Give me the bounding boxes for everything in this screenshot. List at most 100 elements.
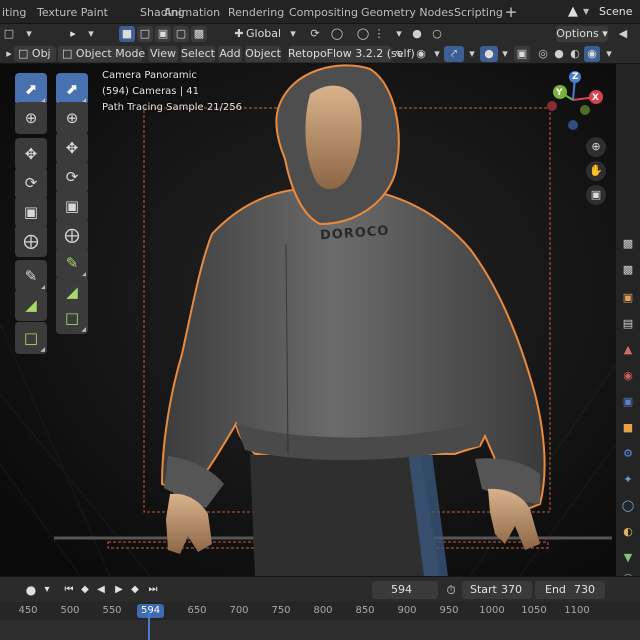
mode-invert-button[interactable]: ▢	[173, 26, 189, 42]
annotate-line-tool[interactable]: ✎ ◢	[56, 247, 88, 279]
world-properties-icon[interactable]: ◉	[620, 368, 636, 384]
playhead[interactable]	[148, 612, 150, 640]
cursor-tool[interactable]: ⊕	[15, 102, 47, 134]
eye-icon[interactable]: ◉	[414, 47, 428, 61]
tool-properties-icon[interactable]: ▩	[620, 236, 636, 252]
scale-tool-2[interactable]: ▣	[56, 190, 88, 222]
chevron-down-icon[interactable]: ▾	[40, 582, 54, 598]
chevron-left-icon[interactable]: ◀	[616, 27, 630, 41]
proportional-falloff-icon[interactable]: ○	[430, 27, 444, 41]
camera-view-icon[interactable]: ▣	[586, 185, 606, 205]
ruler-tick: 950	[439, 605, 459, 616]
object-mode-dropdown[interactable]: □ Object Mode	[58, 46, 145, 62]
tab-rendering[interactable]: Rendering	[222, 4, 290, 22]
ruler-tick: 1050	[521, 605, 547, 616]
select-mode-icon[interactable]: ▸	[66, 27, 80, 41]
scale-tool[interactable]: ▣	[15, 196, 47, 228]
select-box-tool-2[interactable]: ⬈ ◢	[56, 73, 88, 105]
overlays-toggle-button[interactable]: ●	[480, 46, 498, 62]
output-properties-icon[interactable]: ▣	[620, 290, 636, 306]
snap-icon[interactable]: ◯	[356, 27, 370, 41]
shading-rendered-button[interactable]: ◉	[584, 46, 600, 62]
transform-orientation-dropdown[interactable]: Global	[246, 26, 286, 42]
object-selector[interactable]: □ Obj	[14, 46, 56, 62]
select-box-tool[interactable]: ⬈ ◢	[15, 73, 47, 105]
particles-properties-icon[interactable]: ✦	[620, 472, 636, 488]
next-keyframe-icon[interactable]: ◆	[128, 582, 142, 598]
menu-object[interactable]: Object	[245, 46, 281, 62]
constraints-properties-icon[interactable]: ◐	[620, 524, 636, 540]
collection-properties-icon[interactable]: ▣	[620, 394, 636, 410]
mode-intersect-button[interactable]: ▩	[191, 26, 207, 42]
add-cube-tool[interactable]: □ ◢	[15, 322, 47, 354]
end-frame-field[interactable]: End 730	[535, 581, 605, 599]
timeline-track-area[interactable]	[0, 620, 640, 640]
3d-viewport[interactable]: DOROCO Camera Panoramic (594) Cameras | …	[0, 64, 616, 576]
editor-type-icon[interactable]: □	[2, 27, 16, 41]
proportional-editing-icon[interactable]: ●	[410, 27, 424, 41]
modifier-properties-icon[interactable]: ⚙	[620, 446, 636, 462]
options-dropdown[interactable]: Options ▾	[556, 26, 608, 42]
add-cube-tool-2[interactable]: □ ◢	[56, 302, 88, 334]
scene-selector[interactable]: ▲ ▼ Scene	[565, 2, 640, 22]
jump-start-icon[interactable]: ⏮	[62, 582, 76, 598]
chevron-down-icon[interactable]: ▾	[498, 47, 512, 61]
stopwatch-icon[interactable]: ⏱	[444, 582, 458, 598]
mode-extend-button[interactable]: □	[137, 26, 153, 42]
menu-select[interactable]: Select	[181, 46, 215, 62]
zoom-icon[interactable]: ⊕	[586, 137, 606, 157]
tab-geometry-nodes[interactable]: Geometry Nodes	[355, 4, 460, 22]
xray-toggle-button[interactable]: ▣	[514, 46, 530, 62]
transform-tool[interactable]: ⨁	[15, 225, 47, 257]
annotate-tool[interactable]: ✎ ◢	[15, 260, 47, 292]
measure-tool[interactable]: ◢	[15, 289, 47, 321]
start-frame-field[interactable]: Start 370	[462, 581, 532, 599]
mode-subtract-button[interactable]: ▣	[155, 26, 171, 42]
mode-new-selection-button[interactable]: ■	[119, 26, 135, 42]
rotate-tool[interactable]: ⟳	[15, 167, 47, 199]
chevron-down-icon[interactable]: ▾	[392, 27, 406, 41]
pan-hand-icon[interactable]: ✋	[586, 161, 606, 181]
tab-layout[interactable]: iting	[0, 4, 32, 22]
shading-solid-icon[interactable]: ●	[552, 47, 566, 61]
cursor-tool-2[interactable]: ⊕	[56, 102, 88, 134]
chevron-down-icon[interactable]: ▾	[430, 47, 444, 61]
render-properties-icon[interactable]: ▩	[620, 262, 636, 278]
prev-keyframe-icon[interactable]: ◆	[78, 582, 92, 598]
jump-end-icon[interactable]: ⏭	[146, 582, 160, 598]
play-reverse-icon[interactable]: ◀	[94, 582, 108, 598]
menu-view[interactable]: View	[148, 46, 178, 62]
chevron-down-icon[interactable]: ▾	[465, 47, 479, 61]
scene-properties-icon[interactable]: ▲	[620, 342, 636, 358]
menu-add[interactable]: Add	[218, 46, 242, 62]
move-tool[interactable]: ✥	[15, 138, 47, 170]
data-properties-icon[interactable]: ▼	[620, 550, 636, 566]
add-workspace-button[interactable]: +	[502, 3, 520, 21]
chevron-down-icon[interactable]: ▾	[602, 47, 616, 61]
pivot-point-icon[interactable]: ◯	[330, 27, 344, 41]
current-frame-field[interactable]: 594	[372, 581, 438, 599]
shading-material-icon[interactable]: ◐	[568, 47, 582, 61]
object-properties-icon[interactable]: ■	[620, 420, 636, 436]
tab-texture-paint[interactable]: Texture Paint	[31, 4, 114, 22]
timeline-ruler[interactable]: 450 500 550 650 700 750 800 850 900 950 …	[0, 602, 640, 620]
ruler-tick: 1000	[479, 605, 505, 616]
play-icon[interactable]: ▶	[112, 582, 126, 598]
rotate-tool-2[interactable]: ⟳	[56, 161, 88, 193]
current-frame-indicator[interactable]: 594	[137, 604, 165, 618]
shading-wireframe-icon[interactable]: ◎	[536, 47, 550, 61]
view-layer-icon[interactable]: ▤	[620, 316, 636, 332]
wave-icon[interactable]: ∿	[392, 47, 406, 61]
physics-properties-icon[interactable]: ◯	[620, 498, 636, 514]
record-keyframe-icon[interactable]: ●	[24, 582, 38, 598]
tab-scripting[interactable]: Scripting	[448, 4, 509, 22]
gizmo-toggle-button[interactable]: ⤤	[444, 46, 464, 62]
chevron-down-icon[interactable]: ▾	[22, 27, 36, 41]
move-tool-2[interactable]: ✥	[56, 132, 88, 164]
chevron-down-icon[interactable]: ▾	[84, 27, 98, 41]
pivot-icon[interactable]: ⟳	[308, 27, 322, 41]
retopoflow-menu[interactable]: RetopoFlow 3.2.2 (self)	[288, 46, 415, 62]
snap-target-icon[interactable]: ⋮	[372, 27, 386, 41]
tab-compositing[interactable]: Compositing	[283, 4, 364, 22]
tab-animation[interactable]: Animation	[158, 4, 226, 22]
